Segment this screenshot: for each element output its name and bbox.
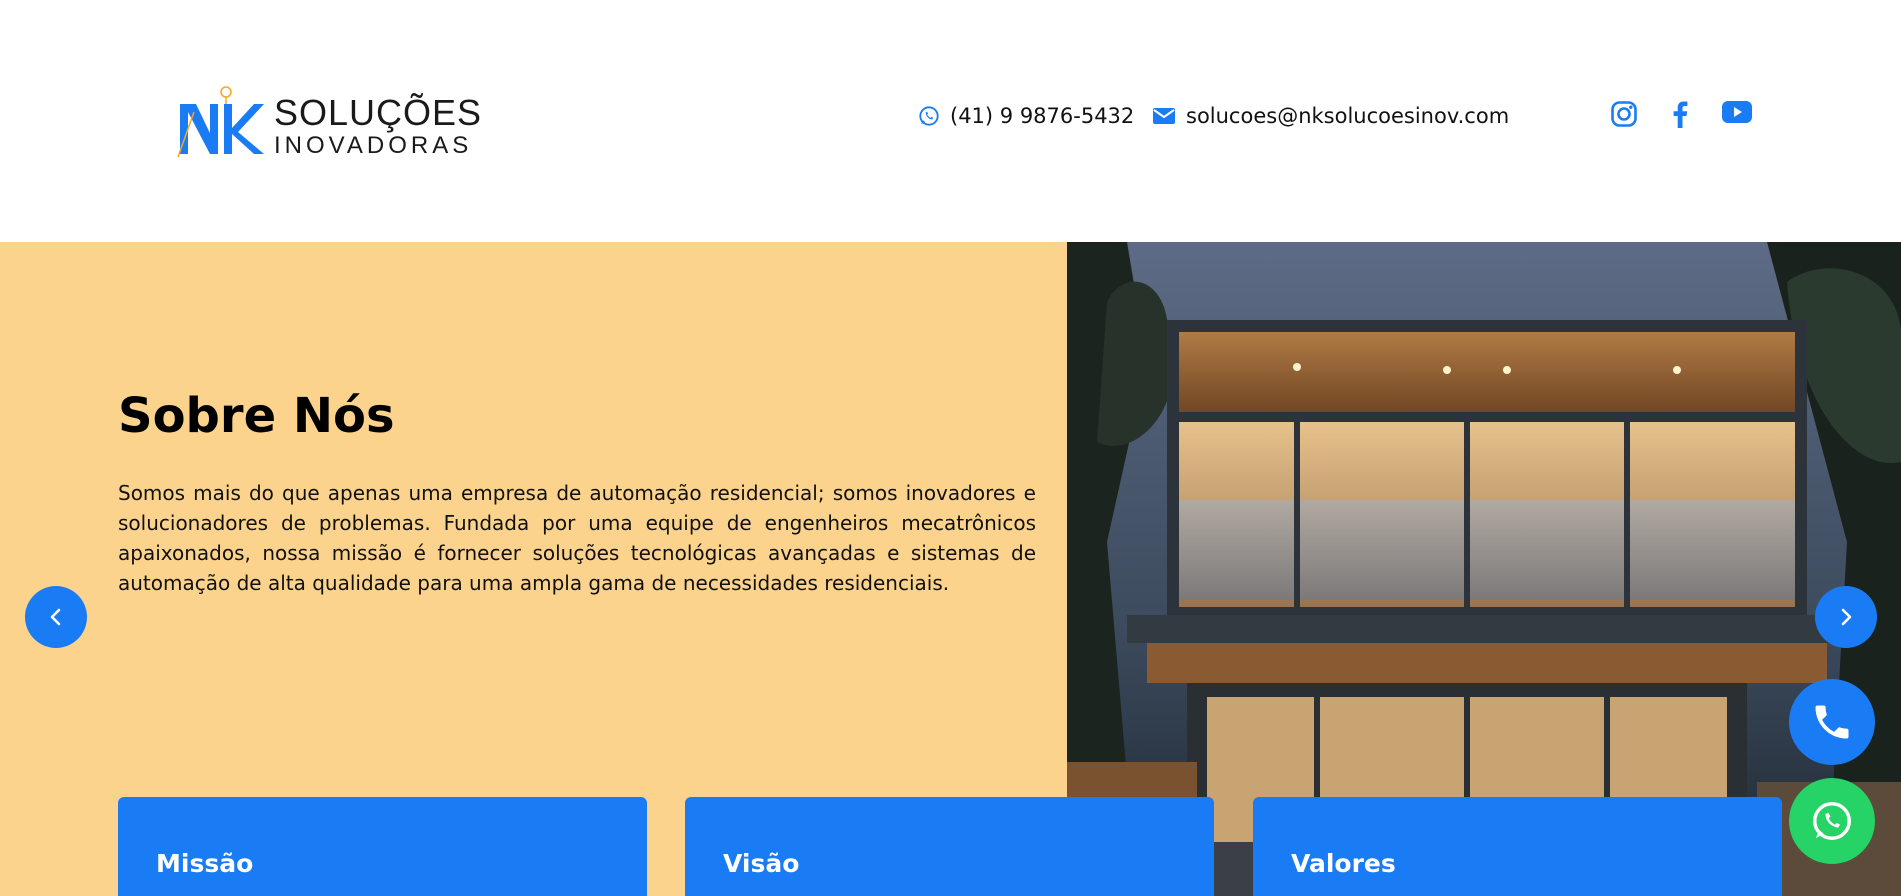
mission-card-title: Missão: [156, 849, 254, 878]
vision-card-title: Visão: [723, 849, 800, 878]
site-header: SOLUÇÕES INOVADORAS (41) 9 9876-5432 sol…: [0, 0, 1901, 242]
phone-contact-link[interactable]: (41) 9 9876-5432: [918, 104, 1134, 128]
whatsapp-icon: [919, 106, 939, 126]
site-logo[interactable]: SOLUÇÕES INOVADORAS: [176, 82, 481, 162]
values-card-title: Valores: [1291, 849, 1396, 878]
instagram-link[interactable]: [1610, 100, 1638, 132]
hero-description: Somos mais do que apenas uma empresa de …: [118, 481, 1036, 595]
chevron-right-icon: [1841, 608, 1852, 626]
about-hero-slider: Sobre Nós Somos mais do que apenas uma e…: [0, 242, 1901, 896]
whatsapp-icon: [1813, 802, 1851, 840]
chevron-left-icon: [50, 608, 61, 626]
youtube-icon: [1722, 101, 1752, 123]
phone-icon: [1815, 705, 1849, 739]
logo-text-line-2: INOVADORAS: [274, 132, 473, 159]
facebook-link[interactable]: [1670, 100, 1690, 132]
logo-text-line-1: SOLUÇÕES: [274, 92, 483, 133]
phone-number: (41) 9 9876-5432: [950, 104, 1135, 128]
slider-prev-button[interactable]: [25, 586, 87, 648]
logo-mark-icon: [177, 86, 264, 158]
youtube-link[interactable]: [1722, 100, 1752, 128]
slider-next-button[interactable]: [1815, 586, 1877, 648]
vision-card[interactable]: Visão: [685, 797, 1214, 896]
email-contact-link[interactable]: solucoes@nksolucoesinov.com: [1152, 104, 1509, 128]
floating-call-button[interactable]: [1789, 679, 1875, 765]
instagram-icon: [1611, 101, 1637, 127]
values-card[interactable]: Valores: [1253, 797, 1782, 896]
floating-whatsapp-button[interactable]: [1789, 778, 1875, 864]
email-address: solucoes@nksolucoesinov.com: [1186, 104, 1510, 128]
facebook-icon: [1673, 101, 1688, 128]
hero-title: Sobre Nós: [118, 388, 395, 444]
envelope-icon: [1153, 108, 1175, 124]
mission-card[interactable]: Missão: [118, 797, 647, 896]
